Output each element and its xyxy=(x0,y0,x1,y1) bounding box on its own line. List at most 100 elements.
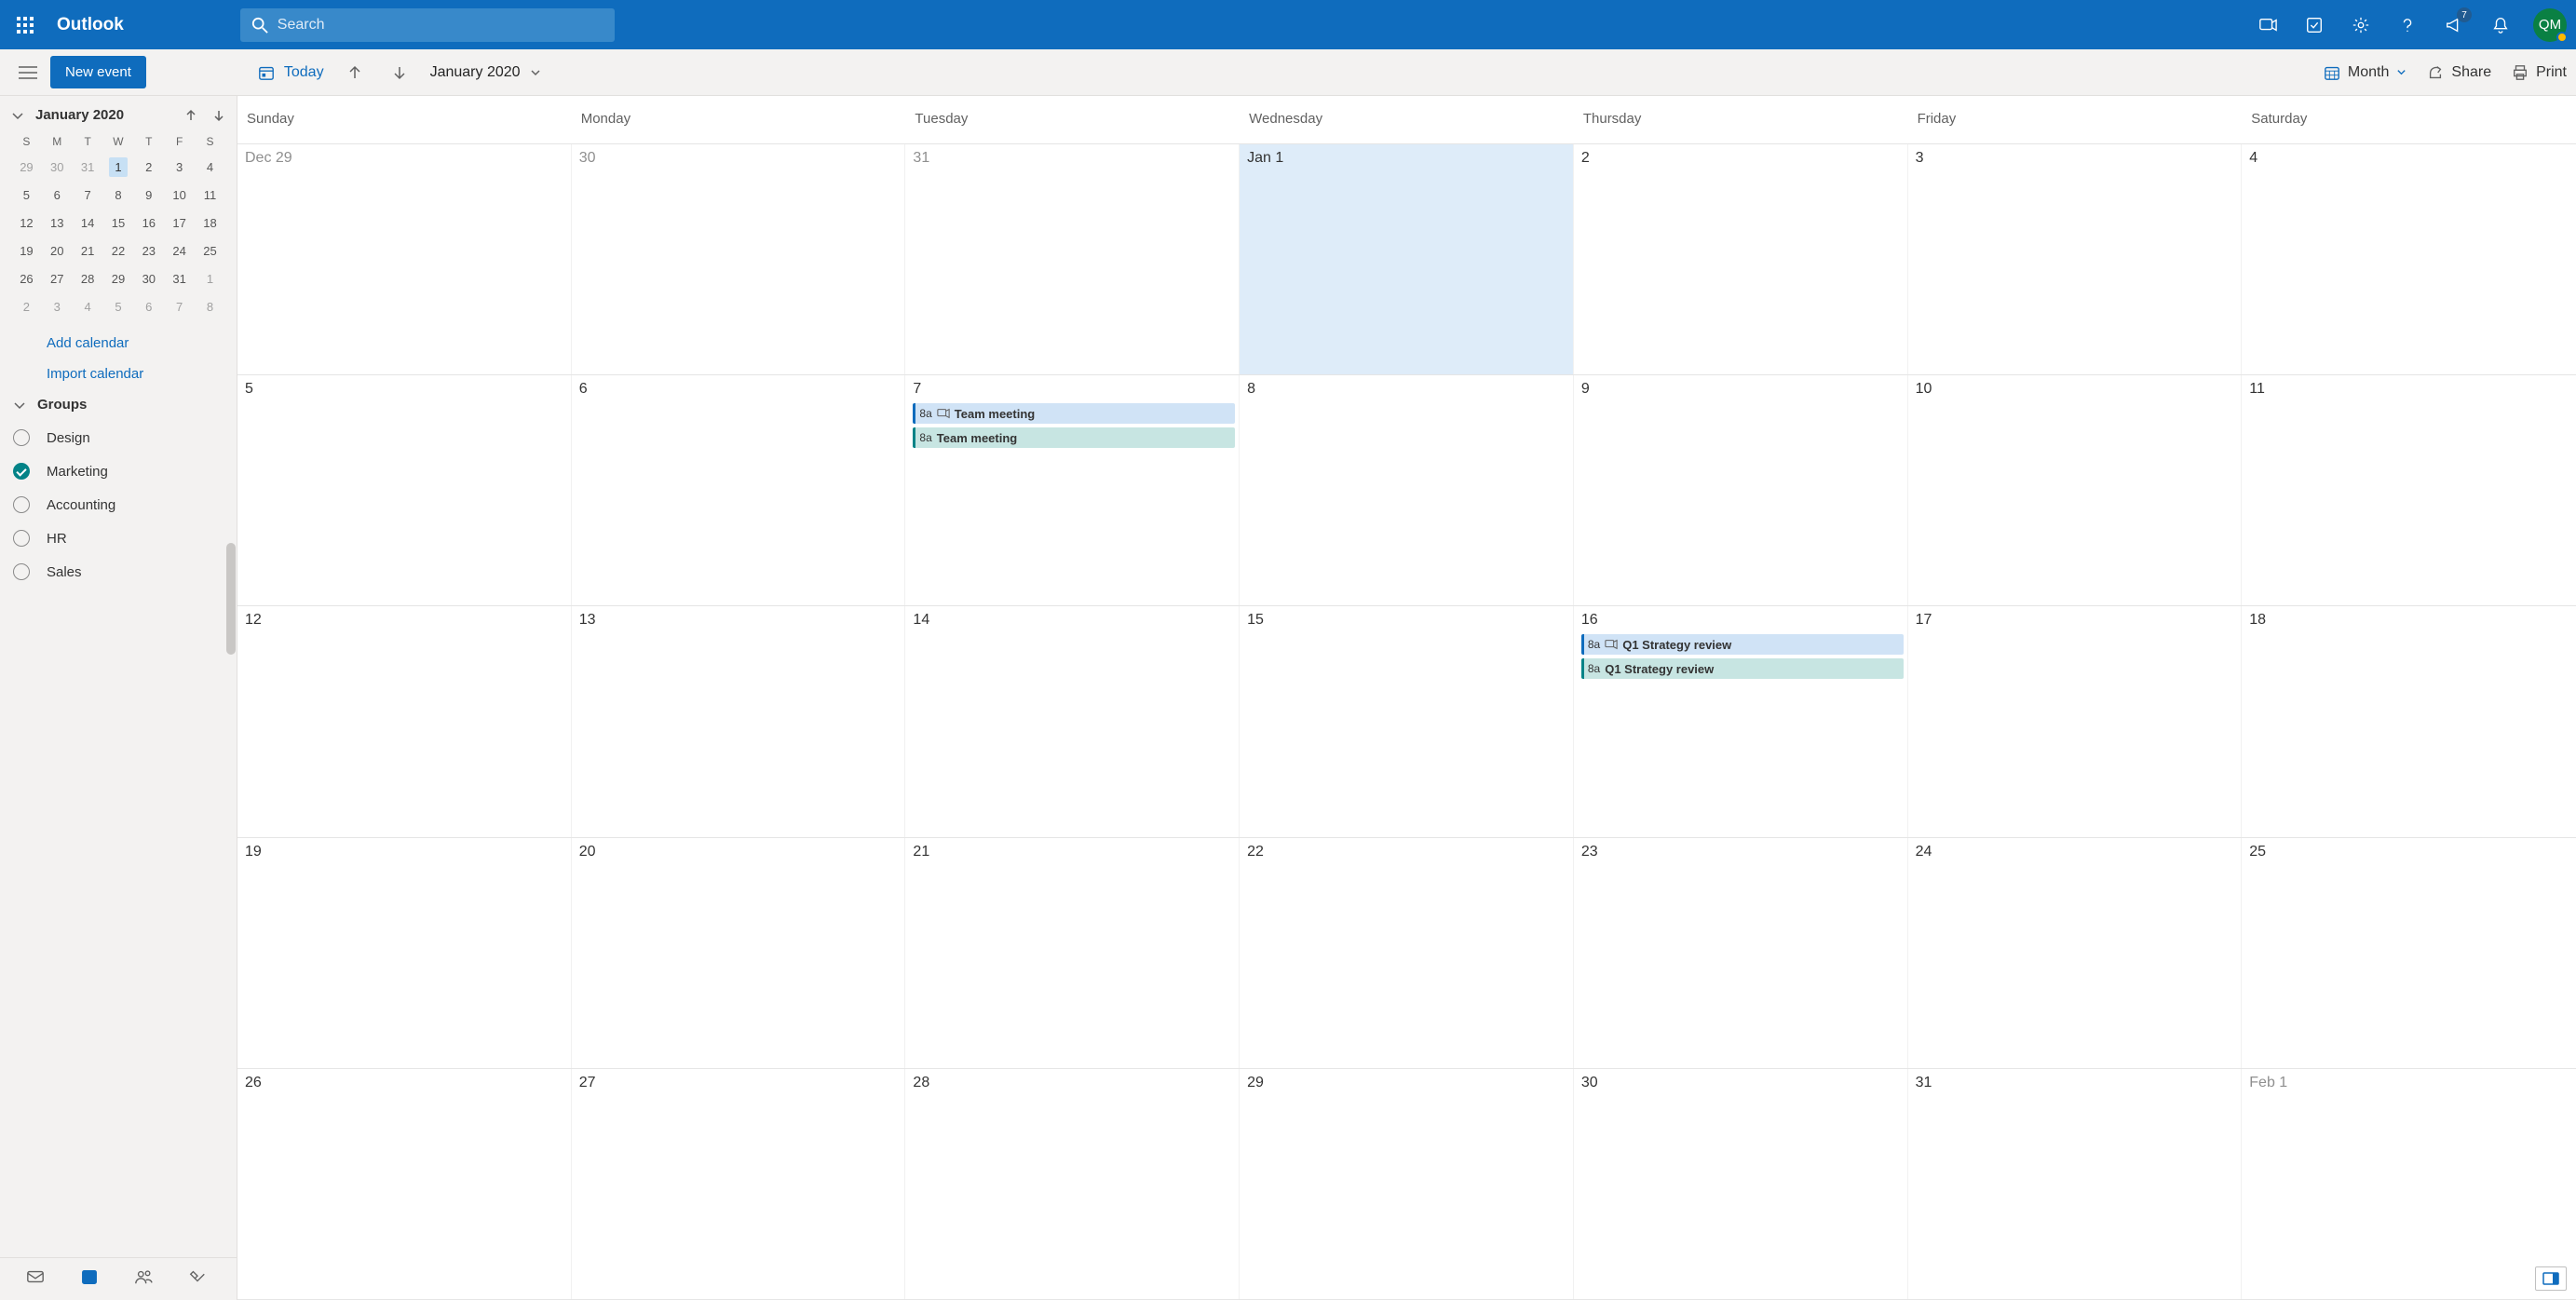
calendar-day-cell[interactable]: 12 xyxy=(237,606,572,836)
print-button[interactable]: Print xyxy=(2512,64,2567,81)
app-launcher-button[interactable] xyxy=(0,0,49,49)
today-button[interactable]: Today xyxy=(258,64,324,81)
calendar-day-cell[interactable]: 4 xyxy=(2242,144,2576,374)
calendar-day-cell[interactable]: 8 xyxy=(1240,375,1574,605)
datepicker-day[interactable]: 8 xyxy=(195,292,225,320)
search-box[interactable] xyxy=(240,8,615,42)
calendar-group-item[interactable]: Accounting xyxy=(9,494,227,515)
calendar-day-cell[interactable]: 23 xyxy=(1574,838,1908,1068)
collapse-datepicker-button[interactable] xyxy=(11,109,24,122)
group-checkbox[interactable] xyxy=(13,463,30,480)
calendar-day-cell[interactable]: 28 xyxy=(905,1069,1240,1299)
calendar-day-cell[interactable]: 26 xyxy=(237,1069,572,1299)
settings-button[interactable] xyxy=(2338,0,2384,49)
search-input[interactable] xyxy=(278,17,603,34)
calendar-module-button[interactable] xyxy=(80,1267,99,1291)
new-event-button[interactable]: New event xyxy=(50,56,146,88)
datepicker-day[interactable]: 31 xyxy=(73,153,103,181)
calendar-day-cell[interactable]: 27 xyxy=(572,1069,906,1299)
datepicker-day[interactable]: 16 xyxy=(133,209,164,237)
calendar-day-cell[interactable]: 3 xyxy=(1908,144,2243,374)
calendar-day-cell[interactable]: 29 xyxy=(1240,1069,1574,1299)
calendar-day-cell[interactable]: 5 xyxy=(237,375,572,605)
calendar-day-cell[interactable]: 20 xyxy=(572,838,906,1068)
sidebar-scrollbar-thumb[interactable] xyxy=(226,543,236,655)
announcements-button[interactable]: 7 xyxy=(2431,0,2477,49)
next-period-button[interactable] xyxy=(386,59,414,87)
todo-module-button[interactable] xyxy=(188,1267,207,1291)
calendar-day-cell[interactable]: 10 xyxy=(1908,375,2243,605)
calendar-day-cell[interactable]: 2 xyxy=(1574,144,1908,374)
group-checkbox[interactable] xyxy=(13,563,30,580)
add-calendar-link[interactable]: Add calendar xyxy=(47,335,225,351)
datepicker-day[interactable]: 10 xyxy=(164,181,195,209)
group-checkbox[interactable] xyxy=(13,496,30,513)
datepicker-day[interactable]: 11 xyxy=(195,181,225,209)
help-button[interactable] xyxy=(2384,0,2431,49)
calendar-day-cell[interactable]: 19 xyxy=(237,838,572,1068)
datepicker-day[interactable]: 8 xyxy=(103,181,134,209)
calendar-event[interactable]: 8aTeam meeting xyxy=(913,403,1235,424)
groups-header[interactable]: Groups xyxy=(0,389,237,420)
calendar-group-item[interactable]: Design xyxy=(9,427,227,448)
my-day-button[interactable] xyxy=(2291,0,2338,49)
datepicker-day[interactable]: 17 xyxy=(164,209,195,237)
datepicker-day[interactable]: 2 xyxy=(133,153,164,181)
datepicker-day[interactable]: 12 xyxy=(11,209,42,237)
calendar-day-cell[interactable]: 30 xyxy=(1574,1069,1908,1299)
datepicker-next-button[interactable] xyxy=(212,109,225,122)
calendar-group-item[interactable]: Marketing xyxy=(9,461,227,481)
datepicker-day[interactable]: 22 xyxy=(103,237,134,264)
datepicker-day[interactable]: 6 xyxy=(133,292,164,320)
datepicker-day[interactable]: 18 xyxy=(195,209,225,237)
datepicker-day[interactable]: 6 xyxy=(42,181,73,209)
datepicker-day[interactable]: 1 xyxy=(195,264,225,292)
calendar-day-cell[interactable]: 22 xyxy=(1240,838,1574,1068)
datepicker-day[interactable]: 27 xyxy=(42,264,73,292)
datepicker-day[interactable]: 29 xyxy=(11,153,42,181)
calendar-day-cell[interactable]: 11 xyxy=(2242,375,2576,605)
month-selector[interactable]: January 2020 xyxy=(430,64,541,81)
calendar-group-item[interactable]: Sales xyxy=(9,562,227,582)
group-checkbox[interactable] xyxy=(13,530,30,547)
calendar-day-cell[interactable]: 30 xyxy=(572,144,906,374)
calendar-group-item[interactable]: HR xyxy=(9,528,227,548)
calendar-day-cell[interactable]: Dec 29 xyxy=(237,144,572,374)
datepicker-day[interactable]: 28 xyxy=(73,264,103,292)
datepicker-day[interactable]: 23 xyxy=(133,237,164,264)
datepicker-prev-button[interactable] xyxy=(184,109,197,122)
calendar-event[interactable]: 8aTeam meeting xyxy=(913,427,1235,448)
datepicker-day[interactable]: 26 xyxy=(11,264,42,292)
calendar-day-cell[interactable]: 31 xyxy=(1908,1069,2243,1299)
calendar-day-cell[interactable]: 168aQ1 Strategy review8aQ1 Strategy revi… xyxy=(1574,606,1908,836)
datepicker-day[interactable]: 4 xyxy=(195,153,225,181)
group-checkbox[interactable] xyxy=(13,429,30,446)
datepicker-day[interactable]: 1 xyxy=(103,153,134,181)
datepicker-day[interactable]: 7 xyxy=(73,181,103,209)
datepicker-day[interactable]: 24 xyxy=(164,237,195,264)
expand-pane-button[interactable] xyxy=(2535,1266,2567,1291)
people-module-button[interactable] xyxy=(134,1267,153,1291)
calendar-day-cell[interactable]: 18 xyxy=(2242,606,2576,836)
datepicker-day[interactable]: 13 xyxy=(42,209,73,237)
datepicker-day[interactable]: 30 xyxy=(133,264,164,292)
calendar-day-cell[interactable]: 17 xyxy=(1908,606,2243,836)
calendar-day-cell[interactable]: 78aTeam meeting8aTeam meeting xyxy=(905,375,1240,605)
calendar-day-cell[interactable]: 24 xyxy=(1908,838,2243,1068)
calendar-day-cell[interactable]: 15 xyxy=(1240,606,1574,836)
calendar-day-cell[interactable]: 6 xyxy=(572,375,906,605)
share-button[interactable]: Share xyxy=(2427,64,2491,81)
nav-toggle-button[interactable] xyxy=(9,54,47,91)
calendar-day-cell[interactable]: Feb 1 xyxy=(2242,1069,2576,1299)
datepicker-day[interactable]: 14 xyxy=(73,209,103,237)
calendar-event[interactable]: 8aQ1 Strategy review xyxy=(1581,658,1904,679)
calendar-event[interactable]: 8aQ1 Strategy review xyxy=(1581,634,1904,655)
datepicker-day[interactable]: 2 xyxy=(11,292,42,320)
import-calendar-link[interactable]: Import calendar xyxy=(47,366,225,382)
account-avatar[interactable]: QM xyxy=(2533,8,2567,42)
teams-call-button[interactable] xyxy=(2244,0,2291,49)
datepicker-day[interactable]: 5 xyxy=(103,292,134,320)
datepicker-day[interactable]: 9 xyxy=(133,181,164,209)
calendar-day-cell[interactable]: 14 xyxy=(905,606,1240,836)
datepicker-day[interactable]: 30 xyxy=(42,153,73,181)
